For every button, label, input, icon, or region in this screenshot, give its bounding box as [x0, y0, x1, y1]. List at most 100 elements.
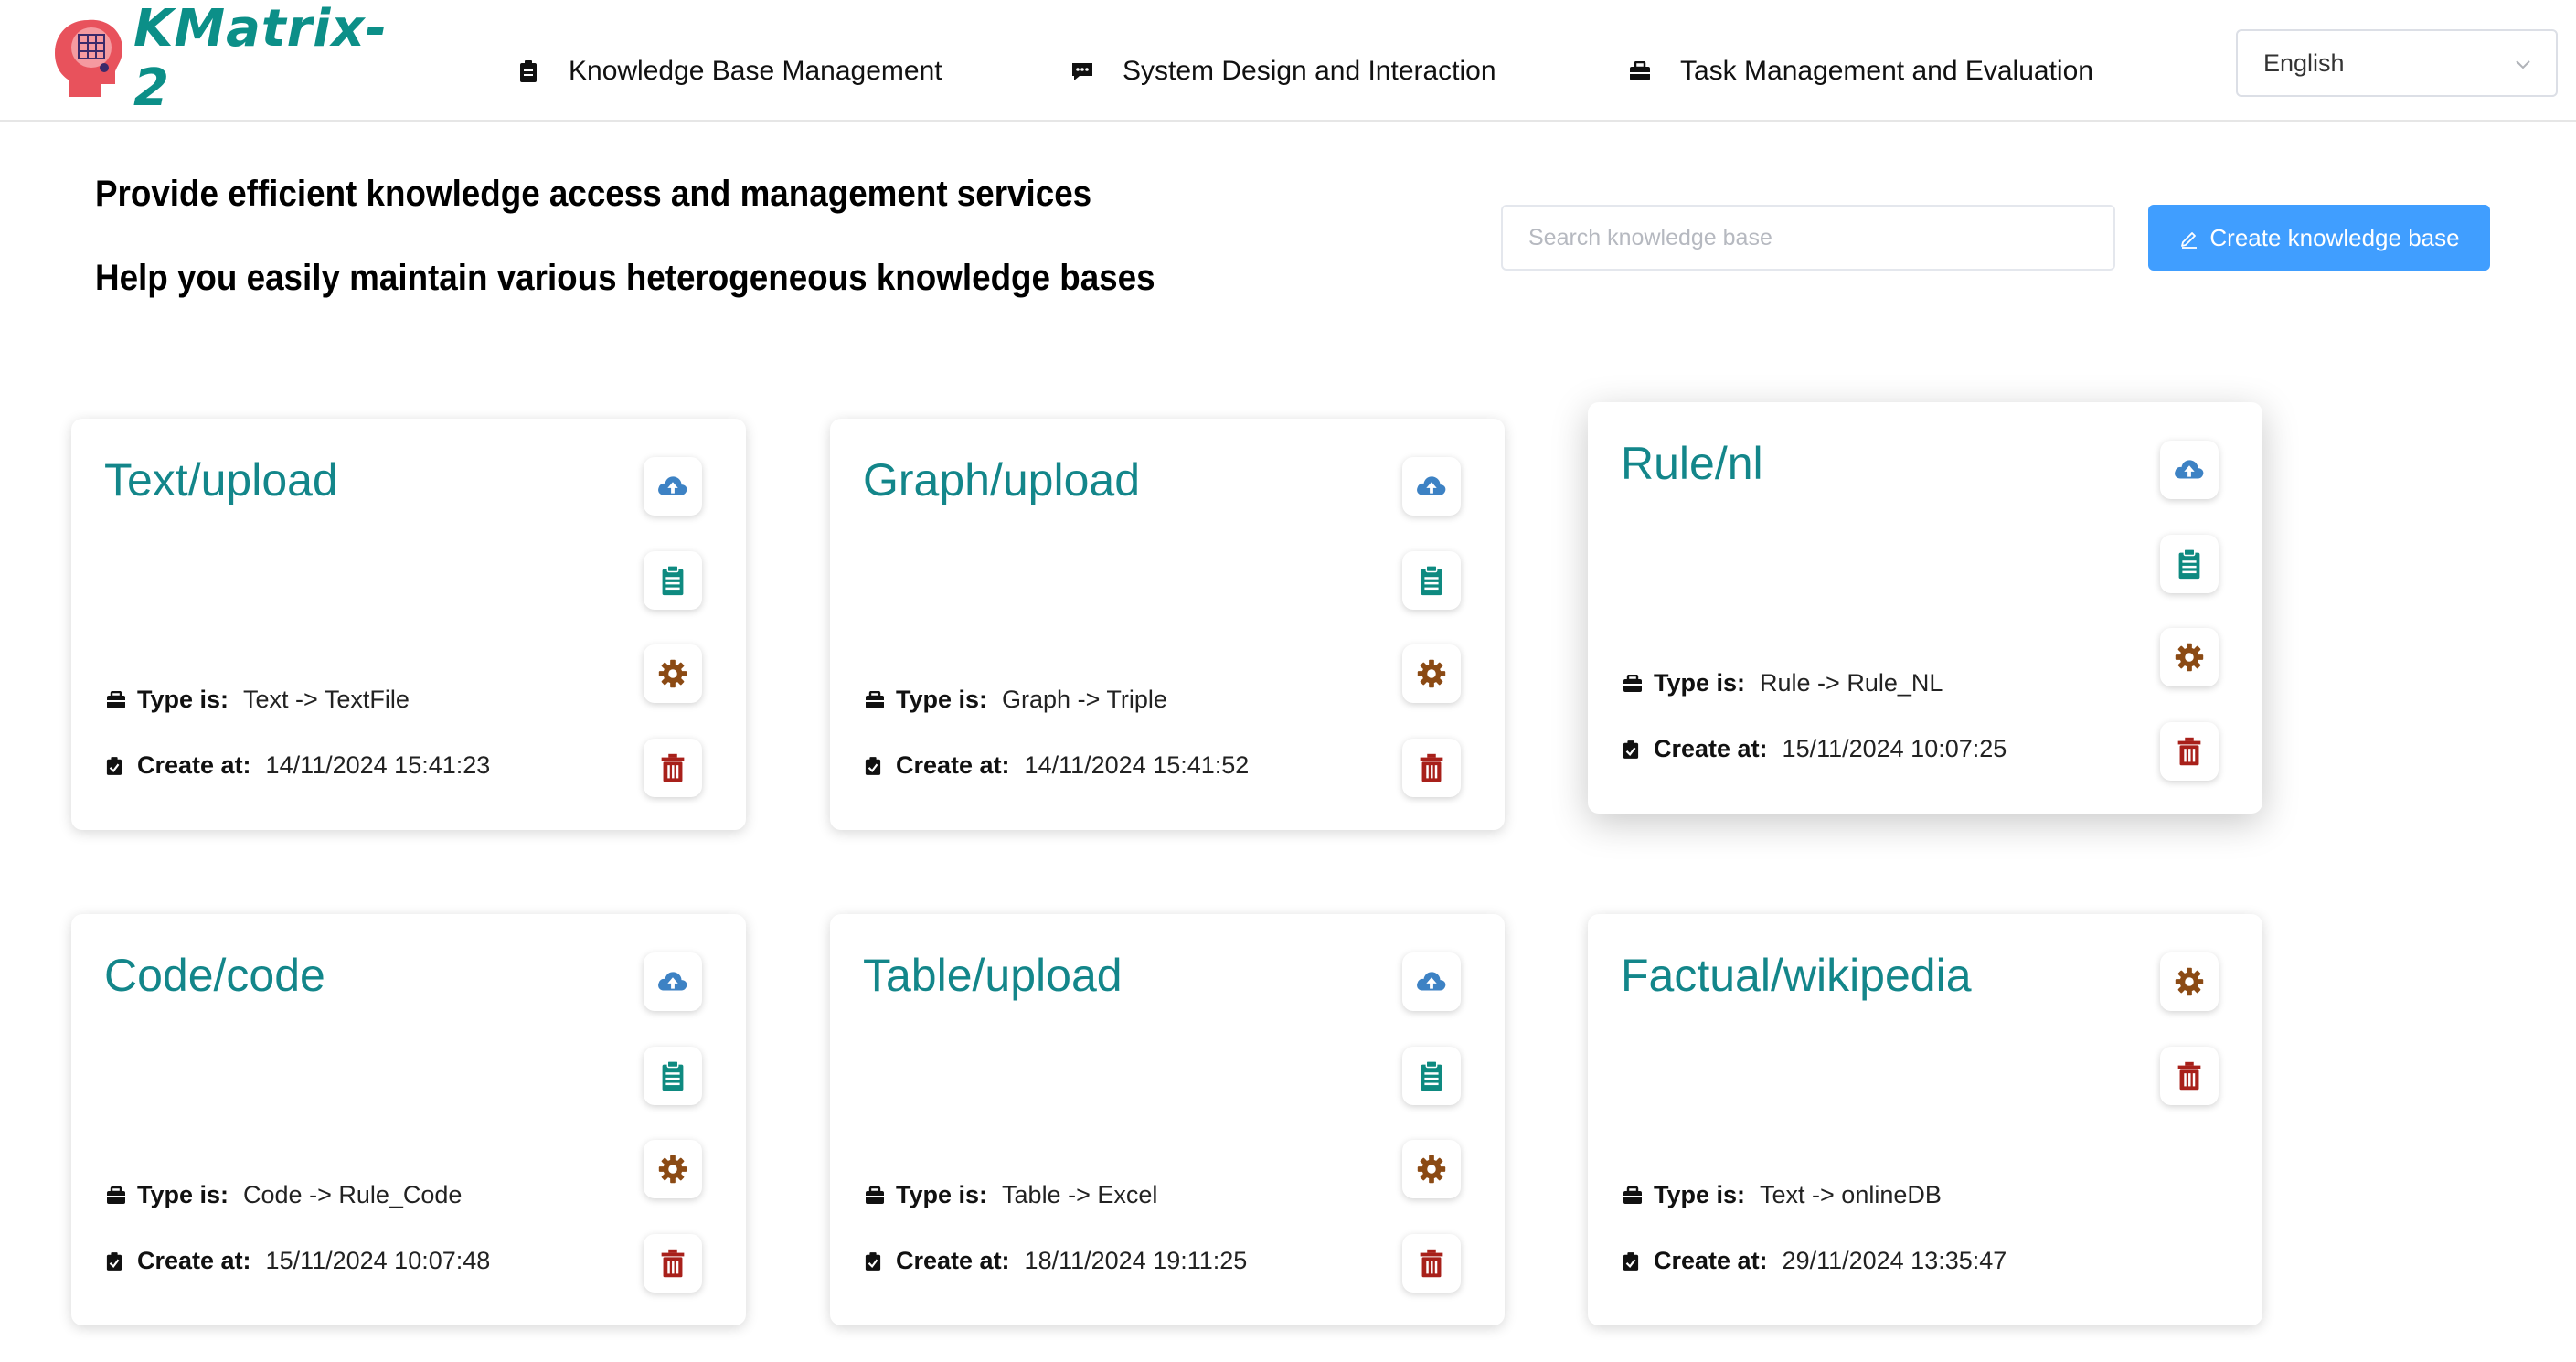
- field-label: Type is:: [1654, 669, 1746, 697]
- documents-button[interactable]: [644, 551, 702, 610]
- knowledge-base-card[interactable]: Graph/upload Type is: Graph -> Triple Creat…: [830, 419, 1505, 830]
- delete-button[interactable]: [644, 739, 702, 797]
- gear-icon: [655, 656, 690, 691]
- field-value: 14/11/2024 15:41:52: [1024, 751, 1250, 779]
- settings-button[interactable]: [644, 1140, 702, 1198]
- field-label: Create at:: [137, 751, 251, 779]
- field-label: Type is:: [896, 1181, 988, 1208]
- settings-button[interactable]: [2160, 628, 2219, 686]
- type-row: Type is: Code -> Rule_Code: [106, 1181, 462, 1209]
- field-value: 14/11/2024 15:41:23: [265, 751, 491, 779]
- upload-button[interactable]: [2160, 441, 2219, 499]
- search-input[interactable]: [1501, 205, 2115, 271]
- knowledge-base-card[interactable]: Text/upload Type is: Text -> TextFile Creat…: [71, 419, 746, 830]
- settings-button[interactable]: [2160, 952, 2219, 1011]
- upload-button[interactable]: [644, 952, 702, 1011]
- delete-button[interactable]: [1402, 739, 1461, 797]
- cloud-upload-icon: [655, 964, 690, 999]
- field-label: Create at:: [137, 1247, 251, 1274]
- clipboard-list-icon: [655, 563, 690, 598]
- trash-icon: [1414, 1246, 1449, 1281]
- nav-system-design-and-interaction[interactable]: System Design and Interaction: [1071, 48, 1496, 95]
- nav-task-management-and-evaluation[interactable]: Task Management and Evaluation: [1629, 48, 2093, 95]
- settings-button[interactable]: [1402, 644, 1461, 703]
- gear-icon: [2172, 640, 2207, 675]
- delete-button[interactable]: [1402, 1234, 1461, 1293]
- briefcase-icon: [106, 690, 126, 710]
- card-title[interactable]: Rule/nl: [1621, 437, 1763, 490]
- created-row: Create at: 14/11/2024 15:41:52: [865, 751, 1249, 780]
- field-value: Text -> TextFile: [243, 686, 410, 713]
- card-title[interactable]: Code/code: [104, 949, 325, 1002]
- app-logo[interactable]: KMatrix-2: [51, 0, 399, 118]
- chat-icon: [1071, 59, 1093, 84]
- documents-button[interactable]: [644, 1047, 702, 1105]
- cloud-upload-icon: [655, 469, 690, 504]
- calendar-check-icon: [1623, 1251, 1643, 1272]
- gear-icon: [2172, 964, 2207, 999]
- field-label: Type is:: [137, 1181, 229, 1208]
- settings-button[interactable]: [1402, 1140, 1461, 1198]
- knowledge-base-card[interactable]: Rule/nl Type is: Rule -> Rule_NL Create at:…: [1588, 402, 2262, 814]
- delete-button[interactable]: [2160, 1047, 2219, 1105]
- calendar-check-icon: [106, 1251, 126, 1272]
- briefcase-icon: [865, 1186, 885, 1206]
- create-button-label: Create knowledge base: [2209, 223, 2460, 251]
- top-header: KMatrix-2 Knowledge Base Management Syst…: [0, 0, 2576, 122]
- delete-button[interactable]: [2160, 722, 2219, 781]
- briefcase-icon: [106, 1186, 126, 1206]
- upload-button[interactable]: [1402, 952, 1461, 1011]
- knowledge-base-card[interactable]: Table/upload Type is: Table -> Excel Create…: [830, 914, 1505, 1325]
- created-row: Create at: 15/11/2024 10:07:25: [1623, 735, 2007, 763]
- settings-button[interactable]: [644, 644, 702, 703]
- field-value: 29/11/2024 13:35:47: [1782, 1247, 2007, 1274]
- calendar-check-icon: [865, 756, 885, 776]
- knowledge-base-card[interactable]: Factual/wikipedia Type is: Text -> onlineD…: [1588, 914, 2262, 1325]
- calendar-check-icon: [106, 756, 126, 776]
- field-label: Type is:: [137, 686, 229, 713]
- documents-button[interactable]: [1402, 551, 1461, 610]
- field-label: Type is:: [896, 686, 988, 713]
- clipboard-list-icon: [1414, 563, 1449, 598]
- delete-button[interactable]: [644, 1234, 702, 1293]
- create-knowledge-base-button[interactable]: Create knowledge base: [2148, 205, 2490, 271]
- cloud-upload-icon: [1414, 469, 1449, 504]
- type-row: Type is: Text -> onlineDB: [1623, 1181, 1942, 1209]
- card-title[interactable]: Graph/upload: [863, 453, 1140, 506]
- chevron-down-icon: [2514, 55, 2532, 73]
- language-value: English: [2263, 48, 2345, 77]
- language-select[interactable]: English: [2236, 29, 2558, 97]
- trash-icon: [655, 1246, 690, 1281]
- gear-icon: [655, 1152, 690, 1186]
- card-title[interactable]: Factual/wikipedia: [1621, 949, 1972, 1002]
- created-row: Create at: 29/11/2024 13:35:47: [1623, 1247, 2007, 1275]
- clipboard-list-icon: [1414, 1059, 1449, 1093]
- field-value: Rule -> Rule_NL: [1760, 669, 1943, 697]
- clipboard-list-icon: [2172, 547, 2207, 581]
- calendar-check-icon: [1623, 740, 1643, 760]
- created-row: Create at: 14/11/2024 15:41:23: [106, 751, 490, 780]
- field-label: Create at:: [1654, 735, 1768, 762]
- clipboard-list-icon: [655, 1059, 690, 1093]
- nav-label: System Design and Interaction: [1123, 56, 1496, 86]
- type-row: Type is: Table -> Excel: [865, 1181, 1157, 1209]
- field-value: 15/11/2024 10:07:25: [1782, 735, 2007, 762]
- documents-button[interactable]: [1402, 1047, 1461, 1105]
- card-title[interactable]: Table/upload: [863, 949, 1123, 1002]
- trash-icon: [2172, 734, 2207, 769]
- intro-heading-1: Provide efficient knowledge access and m…: [95, 174, 1092, 214]
- card-title[interactable]: Text/upload: [104, 453, 338, 506]
- documents-button[interactable]: [2160, 535, 2219, 593]
- field-value: 18/11/2024 19:11:25: [1024, 1247, 1248, 1274]
- knowledge-base-card[interactable]: Code/code Type is: Code -> Rule_Code Create…: [71, 914, 746, 1325]
- gear-icon: [1414, 656, 1449, 691]
- nav-label: Knowledge Base Management: [569, 56, 942, 86]
- upload-button[interactable]: [644, 457, 702, 516]
- field-value: 15/11/2024 10:07:48: [265, 1247, 491, 1274]
- field-label: Create at:: [1654, 1247, 1768, 1274]
- cloud-upload-icon: [2172, 452, 2207, 487]
- type-row: Type is: Text -> TextFile: [106, 686, 410, 714]
- upload-button[interactable]: [1402, 457, 1461, 516]
- nav-knowledge-base-management[interactable]: Knowledge Base Management: [517, 48, 942, 95]
- briefcase-icon: [1629, 59, 1651, 84]
